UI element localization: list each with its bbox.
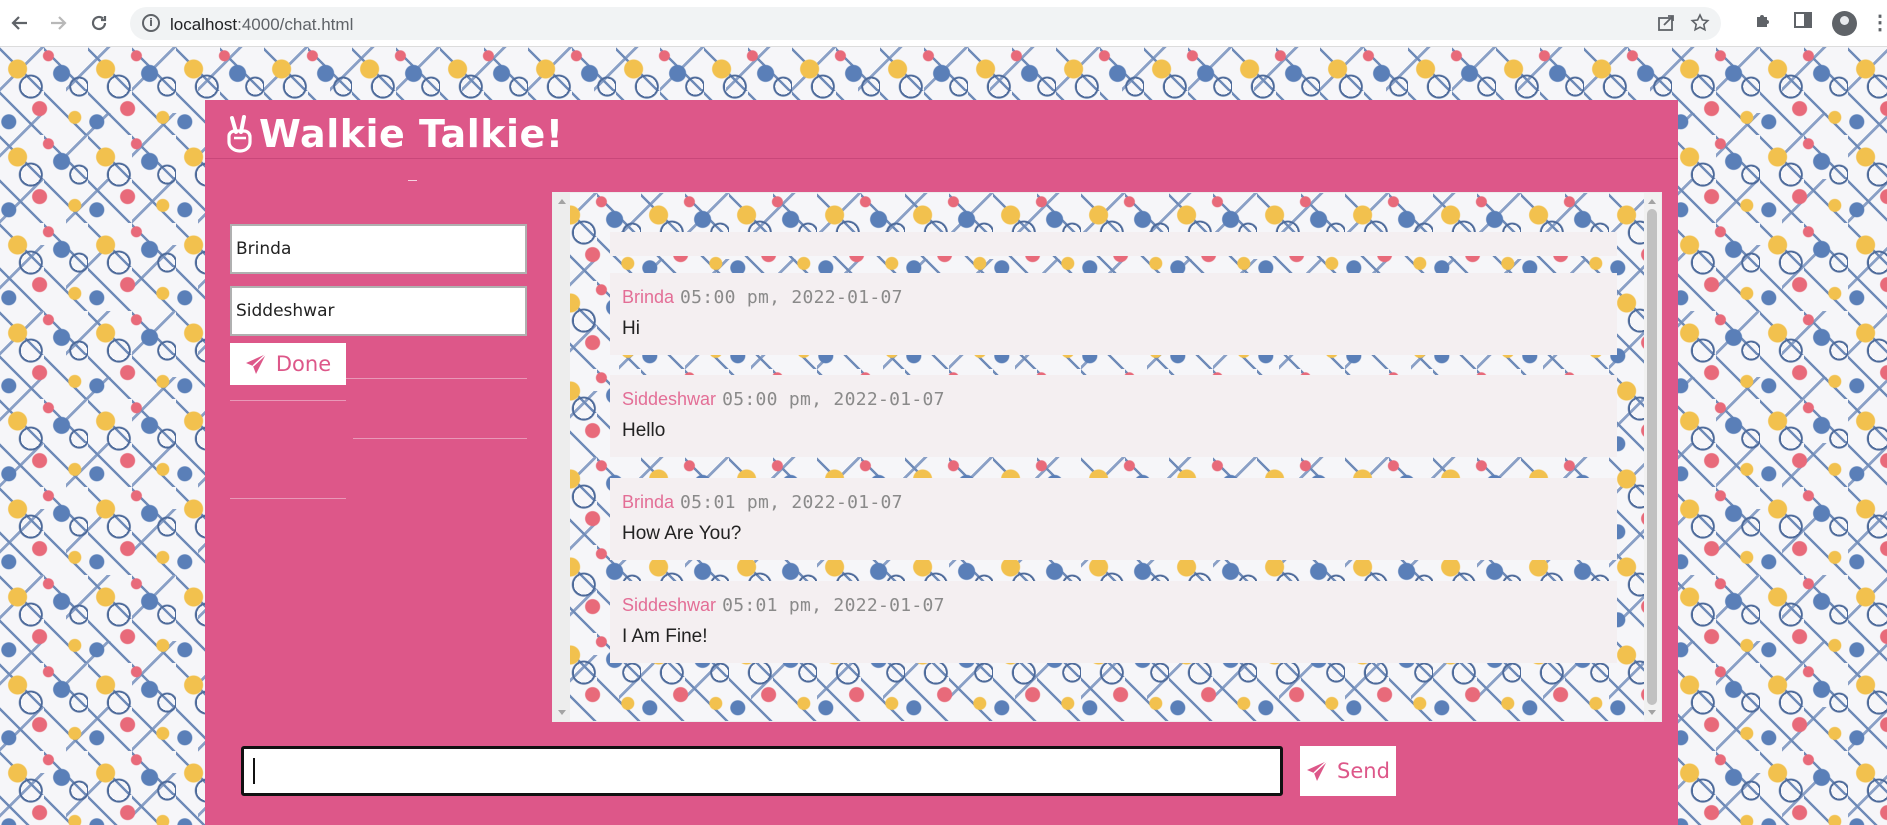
forward-arrow-icon[interactable]	[45, 10, 71, 36]
message-item: Brinda 05:01 pm, 2022-01-07 How Are You?	[610, 478, 1617, 560]
message-text: How Are You?	[622, 523, 742, 544]
message-text: Hello	[622, 420, 666, 441]
url-host: localhost	[170, 15, 238, 34]
profile-icon[interactable]	[1832, 11, 1857, 36]
scroll-up-arrow-icon[interactable]	[1648, 199, 1656, 204]
message-meta: Siddeshwar 05:00 pm, 2022-01-07	[622, 389, 945, 410]
message-time: 05:01 pm, 2022-01-07	[680, 492, 903, 513]
url-text: localhost:4000/chat.html	[170, 15, 353, 35]
receiver-name-input[interactable]: Siddeshwar	[230, 286, 527, 336]
sender-name-input[interactable]: Brinda	[230, 224, 527, 274]
message-text: Hi	[622, 318, 640, 339]
message-time: 05:00 pm, 2022-01-07	[680, 287, 903, 308]
message-meta: Siddeshwar 05:01 pm, 2022-01-07	[622, 595, 945, 616]
send-button-label: Send	[1337, 759, 1390, 783]
url-path: :4000/chat.html	[237, 15, 354, 34]
divider-line	[230, 400, 346, 401]
message-list-header	[610, 232, 1617, 256]
title-underline	[408, 180, 417, 181]
chat-app: Walkie Talkie! Brinda Siddeshwar Done Br…	[205, 100, 1678, 825]
peace-hand-icon	[227, 115, 252, 153]
done-button-label: Done	[275, 352, 332, 376]
message-time: 05:00 pm, 2022-01-07	[722, 389, 945, 410]
send-button[interactable]: Send	[1300, 746, 1396, 796]
messages-panel[interactable]: Brinda 05:00 pm, 2022-01-07 Hi Siddeshwar…	[552, 192, 1662, 722]
divider-line	[230, 498, 346, 499]
side-panel-icon[interactable]	[1793, 10, 1813, 36]
message-time: 05:01 pm, 2022-01-07	[722, 595, 945, 616]
message-item: Siddeshwar 05:01 pm, 2022-01-07 I Am Fine…	[610, 581, 1617, 663]
inner-scrollbar[interactable]	[553, 193, 570, 721]
message-meta: Brinda 05:00 pm, 2022-01-07	[622, 287, 903, 308]
message-input[interactable]	[241, 746, 1283, 796]
star-icon[interactable]	[1690, 13, 1710, 39]
divider-line	[353, 438, 527, 439]
header-divider	[205, 158, 1678, 159]
share-icon[interactable]	[1656, 13, 1676, 39]
message-item: Siddeshwar 05:00 pm, 2022-01-07 Hello	[610, 375, 1617, 457]
scrollbar-thumb[interactable]	[1647, 209, 1657, 705]
message-sender: Siddeshwar	[622, 389, 717, 409]
kebab-menu-icon[interactable]: ⋮	[1870, 10, 1887, 35]
back-arrow-icon[interactable]	[7, 10, 33, 36]
paper-plane-icon	[245, 353, 267, 374]
app-title: Walkie Talkie!	[223, 112, 564, 156]
browser-toolbar: i localhost:4000/chat.html ⋮	[0, 0, 1887, 47]
message-text: I Am Fine!	[622, 626, 708, 647]
messages-scrollbar[interactable]	[1644, 193, 1661, 721]
address-bar[interactable]: i localhost:4000/chat.html	[130, 7, 1721, 40]
app-title-text: Walkie Talkie!	[259, 112, 564, 156]
message-meta: Brinda 05:01 pm, 2022-01-07	[622, 492, 903, 513]
divider-line	[346, 378, 527, 379]
reload-icon[interactable]	[86, 10, 112, 36]
paper-plane-icon	[1307, 760, 1328, 781]
message-item: Brinda 05:00 pm, 2022-01-07 Hi	[610, 273, 1617, 355]
message-sender: Brinda	[622, 287, 675, 307]
done-button[interactable]: Done	[230, 343, 346, 385]
message-sender: Brinda	[622, 492, 675, 512]
info-icon[interactable]: i	[142, 14, 160, 32]
message-sender: Siddeshwar	[622, 595, 717, 615]
scroll-down-arrow-icon[interactable]	[1648, 710, 1656, 715]
puzzle-icon[interactable]	[1753, 10, 1773, 36]
text-cursor	[253, 758, 255, 784]
